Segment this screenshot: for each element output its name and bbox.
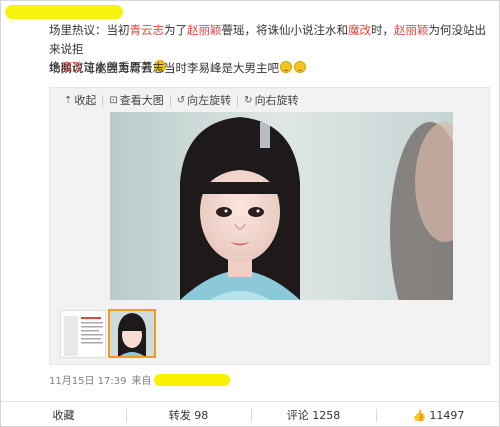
media-toolbar: ⇡ 收起 ⊡ 查看大图 ↺ 向左旋转 ↻ 向右旋转 bbox=[60, 92, 305, 110]
thumbnail-1[interactable] bbox=[60, 310, 106, 358]
weibo-post-card: 场里热议：当初青云志为了赵丽颖瞢瑶，将诛仙小说注水和魔改时，赵丽颖为何没站出来说… bbox=[0, 0, 500, 427]
collapse-button[interactable]: ⇡ 收起 bbox=[60, 95, 102, 107]
zoom-icon: ⊡ bbox=[109, 95, 118, 106]
comment-label: 评论 1258 bbox=[286, 409, 341, 422]
post-keyword-link[interactable]: 魔改 bbox=[348, 23, 371, 37]
source-prefix: 来自 bbox=[131, 376, 152, 387]
collapse-label: 收起 bbox=[74, 94, 97, 107]
repost-button[interactable]: 转发 98 bbox=[126, 402, 251, 427]
post-text-segment: 时， bbox=[371, 23, 394, 37]
post-keyword-link[interactable]: 赵丽颖 bbox=[394, 23, 429, 37]
document-thumbnail-image bbox=[61, 311, 105, 357]
rotate-right-button[interactable]: ↻ 向右旋转 bbox=[237, 95, 304, 107]
portrait-thumbnail-image bbox=[110, 311, 154, 356]
emoji-icon bbox=[280, 61, 292, 73]
repost-label: 转发 98 bbox=[168, 409, 209, 422]
rotate-left-button[interactable]: ↺ 向左旋转 bbox=[169, 94, 237, 107]
post-meta: 11月15日 17:39 来自 bbox=[49, 372, 231, 387]
post-text-segment: 瞢瑶，将诛仙小说注水和 bbox=[221, 23, 349, 37]
rotate-right-icon: ↻ bbox=[244, 95, 253, 106]
view-large-label: 查看大图 bbox=[119, 94, 164, 107]
post-text-segment: 场鹅说可能因为 bbox=[49, 61, 130, 75]
arrow-up-icon: ⇡ bbox=[64, 95, 73, 106]
action-bar: 收藏 转发 98 评论 1258 👍 11497 bbox=[1, 401, 500, 427]
main-photo[interactable] bbox=[110, 112, 453, 300]
rotate-left-icon: ↺ bbox=[176, 95, 186, 106]
redaction-highlight-source bbox=[154, 373, 231, 386]
redaction-highlight-username bbox=[5, 5, 123, 19]
thumbnail-2-selected[interactable] bbox=[108, 309, 156, 358]
post-keyword-link[interactable]: 青云志 bbox=[130, 23, 165, 37]
like-button[interactable]: 👍 11497 bbox=[376, 402, 500, 427]
portrait-image bbox=[110, 112, 453, 300]
favorite-label: 收藏 bbox=[52, 409, 75, 422]
post-text-segment: 当时李易峰是大男主吧 bbox=[164, 61, 279, 75]
post-body-line3: 场鹅说可能因为青云志当时李易峰是大男主吧 bbox=[49, 60, 307, 76]
rotate-left-label: 向左旋转 bbox=[187, 94, 232, 107]
view-large-button[interactable]: ⊡ 查看大图 bbox=[102, 95, 169, 107]
favorite-button[interactable]: 收藏 bbox=[1, 402, 126, 427]
media-viewer: ⇡ 收起 ⊡ 查看大图 ↺ 向左旋转 ↻ 向右旋转 bbox=[49, 87, 490, 365]
like-count: 11497 bbox=[429, 408, 465, 422]
post-text-segment: 场里热议：当初 bbox=[49, 23, 130, 37]
rotate-right-label: 向右旋转 bbox=[254, 94, 299, 107]
emoji-icon bbox=[294, 61, 306, 73]
thumbs-up-icon: 👍 bbox=[412, 408, 427, 422]
post-timestamp[interactable]: 11月15日 17:39 bbox=[49, 372, 126, 387]
comment-button[interactable]: 评论 1258 bbox=[251, 402, 376, 427]
post-keyword-link[interactable]: 青云志 bbox=[130, 61, 165, 75]
post-text-segment: 为了 bbox=[164, 23, 187, 37]
post-keyword-link[interactable]: 赵丽颖 bbox=[187, 23, 222, 37]
